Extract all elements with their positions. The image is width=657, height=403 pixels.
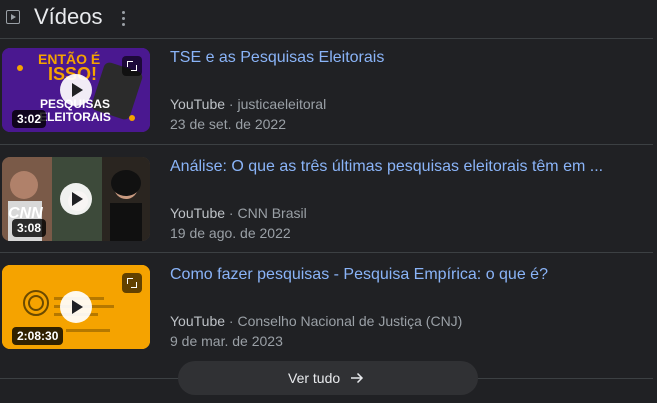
video-result[interactable]: 2:08:30 Como fazer pesquisas - Pesquisa … bbox=[0, 265, 653, 365]
section-title: Vídeos bbox=[34, 4, 103, 29]
divider bbox=[0, 38, 653, 39]
video-result[interactable]: ENTÃO É ISSO! PESQUISAS ELEITORAIS 3:02 … bbox=[0, 48, 653, 148]
video-duration: 3:02 bbox=[12, 110, 47, 128]
videos-header: Vídeos bbox=[0, 0, 657, 38]
play-icon[interactable] bbox=[60, 74, 92, 106]
video-source: YouTube · Conselho Nacional de Justiça (… bbox=[170, 313, 463, 329]
video-title-link[interactable]: Análise: O que as três últimas pesquisas… bbox=[170, 158, 603, 176]
video-platform: YouTube bbox=[170, 96, 226, 112]
video-thumbnail[interactable]: ENTÃO É ISSO! PESQUISAS ELEITORAIS 3:02 bbox=[2, 48, 150, 132]
expand-icon[interactable] bbox=[122, 273, 142, 293]
video-source: YouTube · justicaeleitoral bbox=[170, 96, 327, 112]
video-date: 19 de ago. de 2022 bbox=[170, 225, 291, 241]
play-icon[interactable] bbox=[60, 183, 92, 215]
video-thumbnail[interactable]: 2:08:30 bbox=[2, 265, 150, 349]
play-icon[interactable] bbox=[60, 291, 92, 323]
video-channel: Conselho Nacional de Justiça (CNJ) bbox=[237, 313, 463, 329]
video-date: 23 de set. de 2022 bbox=[170, 116, 286, 132]
divider bbox=[0, 144, 653, 145]
video-result[interactable]: CNN 3:08 Análise: O que as três últimas … bbox=[0, 157, 653, 257]
video-title-link[interactable]: TSE e as Pesquisas Eleitorais bbox=[170, 49, 384, 67]
divider bbox=[0, 252, 653, 253]
video-title-link[interactable]: Como fazer pesquisas - Pesquisa Empírica… bbox=[170, 266, 548, 284]
arrow-right-icon bbox=[351, 372, 364, 384]
video-channel: justicaeleitoral bbox=[237, 96, 327, 112]
expand-icon[interactable] bbox=[122, 56, 142, 76]
video-platform: YouTube bbox=[170, 313, 226, 329]
video-duration: 3:08 bbox=[12, 219, 47, 237]
see-all-button[interactable]: Ver tudo bbox=[178, 361, 478, 395]
video-source: YouTube · CNN Brasil bbox=[170, 205, 307, 221]
video-channel: CNN Brasil bbox=[237, 205, 307, 221]
see-all-label: Ver tudo bbox=[288, 370, 341, 386]
more-options-icon[interactable] bbox=[118, 8, 128, 28]
video-date: 9 de mar. de 2023 bbox=[170, 333, 283, 349]
video-section-icon bbox=[6, 10, 20, 24]
video-duration: 2:08:30 bbox=[12, 327, 64, 345]
video-platform: YouTube bbox=[170, 205, 226, 221]
video-thumbnail[interactable]: CNN 3:08 bbox=[2, 157, 150, 241]
